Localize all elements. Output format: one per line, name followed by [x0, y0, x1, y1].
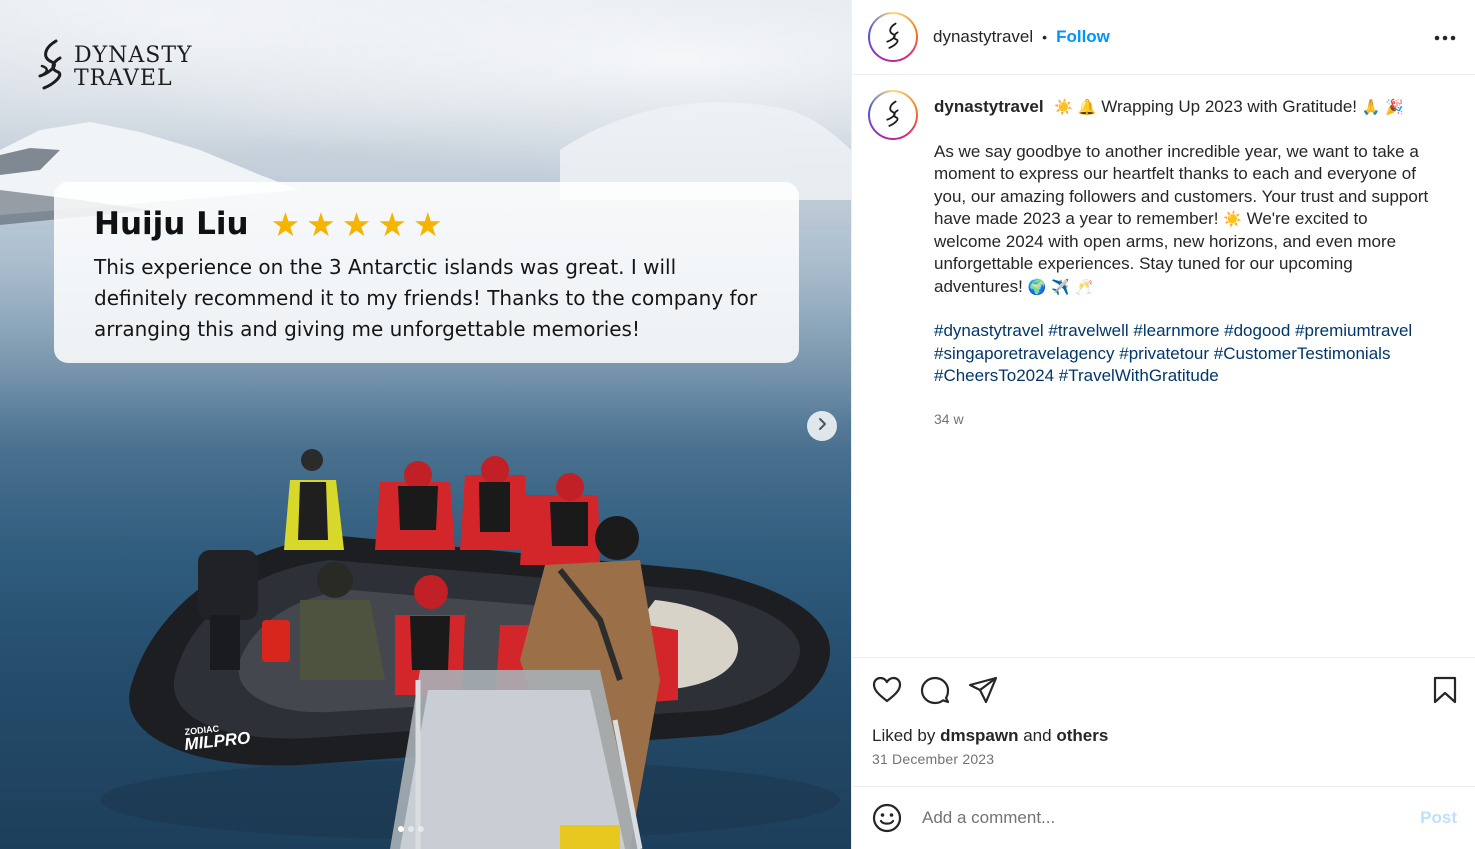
caption: dynastytravel ☀️ 🔔 Wrapping Up 2023 with…: [934, 90, 1439, 430]
follow-button[interactable]: Follow: [1056, 27, 1110, 47]
caption-emoji: 🌍 ✈️ 🥂: [1027, 277, 1094, 296]
comment-bar: Post: [852, 786, 1475, 849]
post-details-panel: dynastytravel • Follow dynastytravel ☀️ …: [851, 0, 1475, 849]
hashtag-link[interactable]: #privatetour: [1119, 344, 1209, 363]
bookmark-icon[interactable]: [1433, 676, 1457, 704]
brand-logo-icon: [886, 100, 899, 127]
post-time-ago[interactable]: 34 w: [934, 408, 1439, 431]
post-date[interactable]: 31 December 2023: [872, 751, 1457, 767]
hashtag-list: #dynastytravel #travelwell #learnmore #d…: [934, 320, 1439, 388]
carousel-dot: [408, 826, 414, 832]
caption-emoji: ☀️ 🔔: [1054, 98, 1097, 116]
comment-input[interactable]: [922, 808, 1421, 828]
post-media: DYNASTY TRAVEL Huiju Liu ★ ★ ★ ★ ★ This …: [0, 0, 851, 849]
more-icon: [1434, 28, 1456, 46]
hashtag-link[interactable]: #CheersTo2024: [934, 366, 1054, 385]
carousel-dot: [398, 826, 404, 832]
star-icon: ★: [341, 205, 372, 243]
reviewer-name: Huiju Liu: [94, 206, 249, 242]
smile-icon[interactable]: [872, 803, 902, 833]
post-header: dynastytravel • Follow: [852, 0, 1475, 75]
comment-icon[interactable]: [920, 675, 950, 705]
star-icon: ★: [270, 205, 301, 243]
likes-summary: Liked by dmspawn and others: [872, 726, 1457, 746]
likes-prefix: Liked by: [872, 726, 936, 745]
review-text-line: arranging this and giving me unforgettab…: [94, 317, 640, 341]
hashtag-link[interactable]: #travelwell: [1048, 321, 1128, 340]
caption-emoji: 🙏 🎉: [1361, 98, 1404, 116]
review-text: This experience on the 3 Antarctic islan…: [94, 252, 759, 345]
liked-by-user[interactable]: dmspawn: [940, 726, 1018, 745]
likes-others-link[interactable]: others: [1056, 726, 1108, 745]
caption-username[interactable]: dynastytravel: [934, 97, 1044, 116]
brand-logo-icon: [886, 22, 899, 49]
brand-logo: DYNASTY TRAVEL: [34, 38, 193, 96]
likes-conjunction: and: [1023, 726, 1052, 745]
brand-logo-line2: TRAVEL: [74, 66, 173, 91]
caption-avatar[interactable]: [868, 90, 918, 140]
carousel-indicator: [398, 826, 424, 832]
brand-logo-icon: [34, 38, 68, 96]
post-comment-button[interactable]: Post: [1420, 808, 1457, 828]
review-text-line: This experience on the 3 Antarctic islan…: [94, 255, 677, 279]
share-icon[interactable]: [968, 676, 998, 704]
brand-logo-line1: DYNASTY: [74, 43, 193, 68]
hashtag-link[interactable]: #premiumtravel: [1295, 321, 1412, 340]
caption-emoji: ☀️: [1223, 210, 1242, 228]
boat-photo: ZODIAC MILPRO: [100, 449, 840, 849]
hashtag-link[interactable]: #CustomerTestimonials: [1214, 344, 1391, 363]
heart-icon[interactable]: [872, 676, 902, 704]
testimonial-card: Huiju Liu ★ ★ ★ ★ ★ This experience on t…: [54, 182, 799, 363]
avatar[interactable]: [868, 12, 918, 62]
caption-area: dynastytravel ☀️ 🔔 Wrapping Up 2023 with…: [852, 76, 1475, 657]
header-separator: •: [1042, 29, 1048, 45]
hashtag-link[interactable]: #dynastytravel: [934, 321, 1044, 340]
carousel-next-button[interactable]: [807, 411, 837, 441]
more-options-button[interactable]: [1431, 23, 1459, 51]
star-icon: ★: [306, 205, 336, 243]
hashtag-link[interactable]: #dogood: [1224, 321, 1290, 340]
star-icon: ★: [412, 205, 443, 243]
star-icon: ★: [377, 205, 407, 243]
carousel-dot: [418, 826, 424, 832]
caption-text: As we say goodbye to another incredible …: [934, 141, 1439, 299]
post-actions: Liked by dmspawn and others 31 December …: [852, 657, 1475, 767]
chevron-right-icon: [815, 417, 829, 436]
hashtag-link[interactable]: #TravelWithGratitude: [1059, 366, 1219, 385]
hashtag-link[interactable]: #learnmore: [1133, 321, 1219, 340]
header-username[interactable]: dynastytravel: [933, 27, 1033, 47]
caption-title: Wrapping Up 2023 with Gratitude!: [1101, 97, 1357, 116]
review-text-line: definitely recommend it to my friends! T…: [94, 286, 758, 310]
hashtag-link[interactable]: #singaporetravelagency: [934, 344, 1115, 363]
star-rating: ★ ★ ★ ★ ★: [271, 208, 443, 241]
